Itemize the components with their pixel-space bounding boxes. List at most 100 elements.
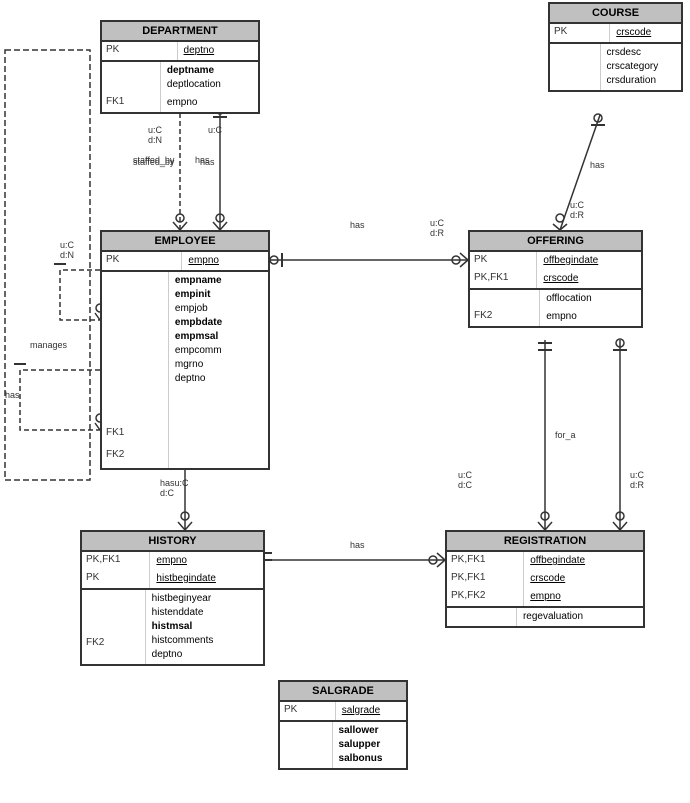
offering-offbegindate: offbegindate <box>543 254 635 268</box>
history-pk-section: PK,FK1 empno PK histbegindate <box>82 552 263 590</box>
label-uc-dn-1: u:Cd:N <box>148 125 162 145</box>
entity-employee: EMPLOYEE PK empno FK1FK2 empname empinit… <box>100 230 270 470</box>
employee-pk-section: PK empno <box>102 252 268 272</box>
entity-salgrade-header: SALGRADE <box>280 682 406 702</box>
label-for-a: for_a <box>555 430 576 440</box>
course-pk-section: PK crscode <box>550 24 681 44</box>
employee-empname: empname <box>175 274 262 288</box>
entity-salgrade: SALGRADE PK salgrade sallower salupper s… <box>278 680 408 770</box>
salgrade-attr-section: sallower salupper salbonus <box>280 722 406 768</box>
label-has-dept-text: has <box>200 157 215 167</box>
employee-deptno: deptno <box>175 372 262 386</box>
registration-offbegindate: offbegindate <box>530 554 637 568</box>
employee-mgrno: mgrno <box>175 358 262 372</box>
department-row-deptname: deptname deptlocation <box>102 62 258 94</box>
label-has-history: has <box>350 540 365 550</box>
employee-row-attrs: FK1FK2 empname empinit empjob empbdate e… <box>102 272 268 468</box>
offering-pk-row1: PK offbegindate <box>470 252 641 270</box>
employee-empno: empno <box>188 254 262 268</box>
label-uc-dc: u:Cd:C <box>458 470 472 490</box>
label-hasu: hasu:Cd:C <box>160 478 189 498</box>
entity-offering-header: OFFERING <box>470 232 641 252</box>
registration-row-regevaluation: regevaluation <box>447 608 643 626</box>
label-has-course: has <box>590 160 605 170</box>
registration-pk-label3: PK,FK2 <box>447 588 524 606</box>
history-histbegindate: histbegindate <box>156 572 257 586</box>
department-pk-section: PK deptno <box>102 42 258 62</box>
department-pk-label: PK <box>102 42 178 60</box>
registration-pk-attr1: offbegindate <box>524 552 643 570</box>
label-uc-dn-2: u:C <box>208 125 222 135</box>
history-pk-row2: PK histbegindate <box>82 570 263 588</box>
course-attrs: crsdesc crscategory crsduration <box>601 44 681 90</box>
offering-pk-attr2: crscode <box>537 270 641 288</box>
entity-history: HISTORY PK,FK1 empno PK histbegindate FK… <box>80 530 265 666</box>
salgrade-salgrade: salgrade <box>342 704 400 718</box>
employee-keys-col: FK1FK2 <box>102 272 169 468</box>
offering-empno: empno <box>546 310 635 324</box>
course-pk-attr: crscode <box>610 24 681 42</box>
salgrade-salbonus: salbonus <box>339 752 400 766</box>
entity-course-header: COURSE <box>550 4 681 24</box>
department-empno-text: empno <box>167 96 252 110</box>
registration-pk-label1: PK,FK1 <box>447 552 524 570</box>
department-deptname-text: deptname <box>167 64 252 78</box>
label-staffed-by-text: staffed_by <box>133 157 174 167</box>
label-uc-dn-3: u:Cd:N <box>60 240 74 260</box>
registration-empno: empno <box>530 590 637 604</box>
offering-key-empty <box>470 290 540 308</box>
history-keys-col: FK2 <box>82 590 146 664</box>
entity-history-header: HISTORY <box>82 532 263 552</box>
department-deptno: deptno <box>184 44 252 58</box>
department-attr-empno: empno <box>161 94 258 112</box>
department-pk-attr: deptno <box>178 42 258 60</box>
department-pk-row: PK deptno <box>102 42 258 60</box>
offering-pk-label1: PK <box>470 252 537 270</box>
salgrade-row-attrs: sallower salupper salbonus <box>280 722 406 768</box>
erd-diagram: staffed_by has staffed_by has has has ha… <box>0 0 690 803</box>
offering-attr-section: offlocation FK2 empno <box>470 290 641 326</box>
department-row-empno: FK1 empno <box>102 94 258 112</box>
entity-department: DEPARTMENT PK deptno deptname deptlocati… <box>100 20 260 114</box>
course-key-empty <box>550 44 601 90</box>
employee-attrs: empname empinit empjob empbdate empmsal … <box>169 272 268 468</box>
entity-registration-header: REGISTRATION <box>447 532 643 552</box>
department-attr-section: deptname deptlocation FK1 empno <box>102 62 258 112</box>
employee-attr-section: FK1FK2 empname empinit empjob empbdate e… <box>102 272 268 468</box>
label-uc-dr-2: u:Cd:R <box>630 470 644 490</box>
label-uc-cr: u:Cd:R <box>570 200 584 220</box>
employee-pk-row: PK empno <box>102 252 268 270</box>
registration-pk-row1: PK,FK1 offbegindate <box>447 552 643 570</box>
registration-pk-row2: PK,FK1 crscode <box>447 570 643 588</box>
employee-pk-attr: empno <box>182 252 268 270</box>
offering-crscode: crscode <box>543 272 635 286</box>
course-crsduration: crsduration <box>607 74 675 88</box>
offering-attr-offlocation: offlocation <box>540 290 641 308</box>
employee-empbdate: empbdate <box>175 316 262 330</box>
course-row-attrs: crsdesc crscategory crsduration <box>550 44 681 90</box>
offering-row-empno: FK2 empno <box>470 308 641 326</box>
label-uc-dr: u:Cd:R <box>430 218 444 238</box>
registration-crscode: crscode <box>530 572 637 586</box>
registration-pk-row3: PK,FK2 empno <box>447 588 643 606</box>
offering-fk2-label: FK2 <box>470 308 540 326</box>
history-empno: empno <box>156 554 257 568</box>
registration-pk-section: PK,FK1 offbegindate PK,FK1 crscode PK,FK… <box>447 552 643 608</box>
history-pk-label2: PK <box>82 570 150 588</box>
history-pk-row1: PK,FK1 empno <box>82 552 263 570</box>
employee-pk-label: PK <box>102 252 182 270</box>
history-pk-attr2: histbegindate <box>150 570 263 588</box>
salgrade-pk-label: PK <box>280 702 336 720</box>
course-crsdesc: crsdesc <box>607 46 675 60</box>
department-fk1-label: FK1 <box>102 94 161 112</box>
entity-offering: OFFERING PK offbegindate PK,FK1 crscode … <box>468 230 643 328</box>
salgrade-pk-attr: salgrade <box>336 702 406 720</box>
entity-employee-header: EMPLOYEE <box>102 232 268 252</box>
registration-pk-attr2: crscode <box>524 570 643 588</box>
department-key-empty1 <box>102 62 161 94</box>
history-pk-attr1: empno <box>150 552 263 570</box>
registration-attr-regevaluation: regevaluation <box>517 608 643 626</box>
history-histmsal: histmsal <box>152 620 257 634</box>
history-deptno: deptno <box>152 648 257 662</box>
course-crscode: crscode <box>616 26 675 40</box>
